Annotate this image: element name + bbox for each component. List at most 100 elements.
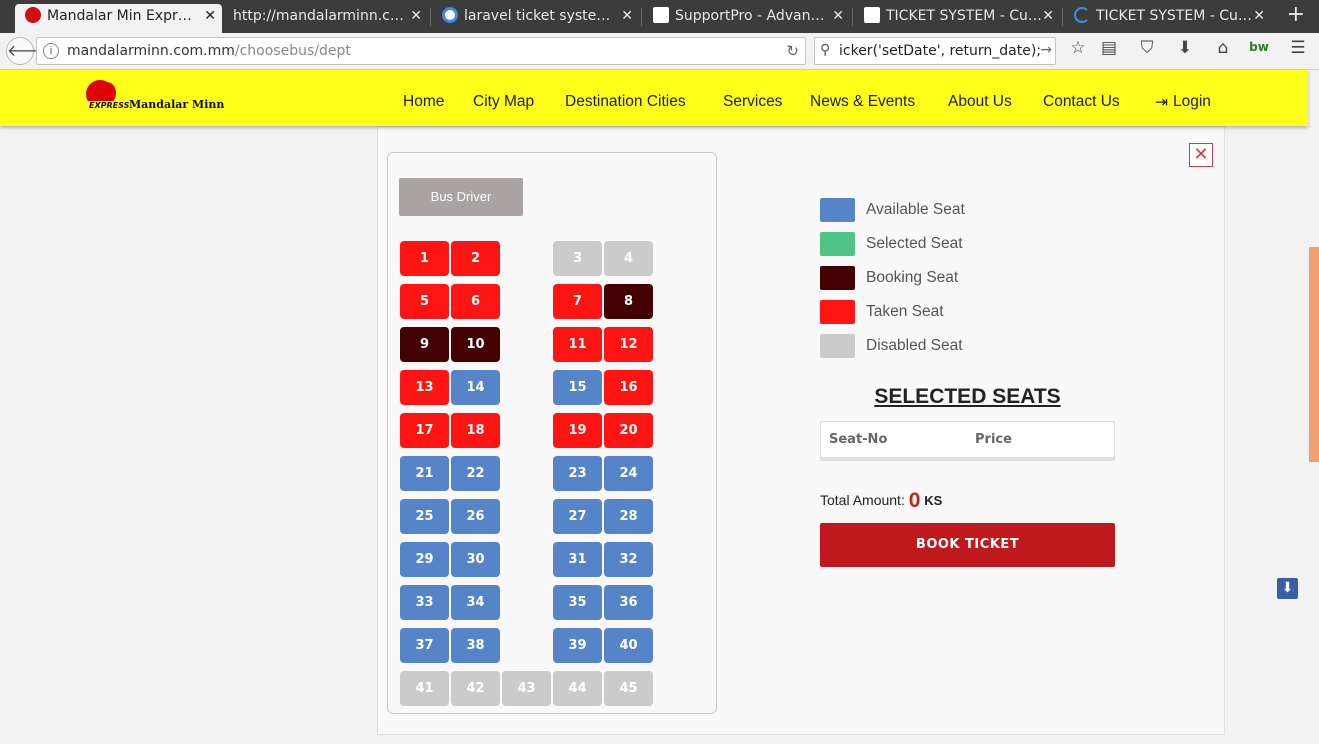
url-text: mandalarminn.com.mm/choosebus/dept — [67, 43, 351, 59]
browser-tab-supportpro[interactable]: SupportPro - Advan… ✕ — [643, 4, 850, 33]
seat-33-available[interactable]: 33 — [400, 585, 449, 620]
nav-destination-cities[interactable]: Destination Cities — [565, 93, 686, 111]
hamburger-menu-icon[interactable]: ☰ — [1287, 38, 1309, 58]
seat-27-available[interactable]: 27 — [553, 499, 602, 534]
search-input[interactable]: icker('setDate', return_date); — [839, 43, 1041, 59]
column-price: Price — [975, 432, 1012, 447]
seat-38-available[interactable]: 38 — [451, 628, 500, 663]
new-tab-button[interactable]: + — [1287, 2, 1305, 27]
seat-25-available[interactable]: 25 — [400, 499, 449, 534]
pocket-icon[interactable]: ⛉ — [1136, 38, 1158, 58]
seat-23-available[interactable]: 23 — [553, 456, 602, 491]
home-icon[interactable]: ⌂ — [1212, 38, 1234, 58]
seat-8-booking: 8 — [604, 284, 653, 319]
seat-15-available[interactable]: 15 — [553, 370, 602, 405]
seat-43-disabled: 43 — [502, 671, 551, 706]
nav-services[interactable]: Services — [723, 93, 782, 111]
nav-login[interactable]: Login — [1173, 93, 1211, 111]
back-button[interactable]: 🡐 — [6, 37, 50, 65]
browser-tab-ticket-system-1[interactable]: TICKET SYSTEM - Cu… ✕ — [854, 4, 1060, 33]
site-favicon-icon — [25, 7, 41, 23]
total-amount: Total Amount: 0 KS — [820, 489, 942, 513]
browser-tab-google-search[interactable]: laravel ticket syste… ✕ — [432, 4, 639, 33]
seat-41-disabled: 41 — [400, 671, 449, 706]
browser-tab-mandalarminn-url[interactable]: http://mandalarminn.c… ✕ — [223, 4, 428, 33]
site-logo[interactable]: EXPRESS Mandalar Minn — [86, 80, 226, 114]
seat-17-taken: 17 — [400, 413, 449, 448]
seat-28-available[interactable]: 28 — [604, 499, 653, 534]
page-scrollbar-thumb[interactable] — [1309, 247, 1319, 462]
seat-45-disabled: 45 — [604, 671, 653, 706]
seat-7-taken: 7 — [553, 284, 602, 319]
login-icon: ⇥ — [1155, 94, 1168, 111]
nav-home[interactable]: Home — [403, 93, 444, 111]
legend-swatch — [820, 232, 855, 256]
google-icon — [442, 7, 458, 23]
seat-26-available[interactable]: 26 — [451, 499, 500, 534]
seat-14-available[interactable]: 14 — [451, 370, 500, 405]
column-seat-no: Seat-No — [829, 432, 888, 447]
close-tab-icon[interactable]: ✕ — [1042, 4, 1054, 29]
close-tab-icon[interactable]: ✕ — [204, 4, 216, 29]
close-tab-icon[interactable]: ✕ — [410, 4, 422, 29]
seat-44-disabled: 44 — [553, 671, 602, 706]
nav-contact-us[interactable]: Contact Us — [1043, 93, 1120, 111]
legend-label: Booking Seat — [866, 269, 959, 286]
search-icon: ⚲ — [820, 42, 831, 58]
seat-21-available[interactable]: 21 — [400, 456, 449, 491]
seat-10-booking: 10 — [451, 327, 500, 362]
seat-35-available[interactable]: 35 — [553, 585, 602, 620]
browser-tab-ticket-system-2[interactable]: TICKET SYSTEM - Cu… ✕ — [1064, 4, 1271, 33]
ticket-favicon-icon — [864, 7, 880, 23]
selected-seats-table: Seat-No Price — [820, 421, 1115, 461]
seat-22-available[interactable]: 22 — [451, 456, 500, 491]
seat-30-available[interactable]: 30 — [451, 542, 500, 577]
search-go-icon[interactable]: → — [1040, 42, 1052, 58]
seat-36-available[interactable]: 36 — [604, 585, 653, 620]
legend-swatch — [820, 334, 855, 358]
legend-label: Selected Seat — [866, 235, 963, 252]
loading-spinner-icon — [1074, 7, 1090, 23]
bus-driver-seat: Bus Driver — [399, 178, 523, 216]
nav-about-us[interactable]: About Us — [948, 93, 1012, 111]
search-bar[interactable]: ⚲ icker('setDate', return_date); → — [814, 37, 1056, 65]
legend-swatch — [820, 266, 855, 290]
downloads-icon[interactable]: ⬇ — [1174, 38, 1196, 58]
logo-express-text: EXPRESS — [88, 101, 131, 110]
tab-divider — [852, 8, 853, 26]
close-tab-icon[interactable]: ✕ — [621, 4, 633, 29]
selected-seats-title: SELECTED SEATS — [874, 385, 1061, 408]
seat-11-taken: 11 — [553, 327, 602, 362]
nav-news-events[interactable]: News & Events — [810, 93, 915, 111]
bookmark-star-icon[interactable]: ☆ — [1067, 38, 1089, 58]
tab-divider — [641, 8, 642, 26]
book-ticket-button[interactable]: BOOK TICKET — [820, 523, 1115, 567]
seat-31-available[interactable]: 31 — [553, 542, 602, 577]
seat-40-available[interactable]: 40 — [604, 628, 653, 663]
nav-city-map[interactable]: City Map — [473, 93, 534, 111]
close-tab-icon[interactable]: ✕ — [1253, 4, 1265, 29]
seat-32-available[interactable]: 32 — [604, 542, 653, 577]
seat-24-available[interactable]: 24 — [604, 456, 653, 491]
logo-name-text: Mandalar Minn — [129, 98, 225, 111]
browser-tab-mandalar[interactable]: Mandalar Min Expr… ✕ — [15, 4, 222, 33]
reader-view-icon[interactable]: ▤ — [1098, 38, 1120, 58]
info-icon[interactable]: i — [43, 43, 59, 59]
legend-swatch — [820, 300, 855, 324]
supportpro-favicon-icon — [653, 7, 669, 23]
seat-18-taken: 18 — [451, 413, 500, 448]
seat-37-available[interactable]: 37 — [400, 628, 449, 663]
seat-34-available[interactable]: 34 — [451, 585, 500, 620]
extension-bw-icon[interactable]: bw — [1248, 40, 1270, 54]
total-amount-value: 0 — [908, 489, 921, 512]
reload-icon[interactable]: ↻ — [786, 42, 799, 60]
legend-label: Available Seat — [866, 201, 965, 218]
seat-39-available[interactable]: 39 — [553, 628, 602, 663]
scroll-down-icon[interactable]: ⬇ — [1277, 578, 1298, 599]
close-modal-button[interactable]: ✕ — [1189, 143, 1213, 167]
seat-29-available[interactable]: 29 — [400, 542, 449, 577]
url-bar[interactable]: i mandalarminn.com.mm/choosebus/dept ↻ — [36, 37, 806, 65]
seat-9-booking: 9 — [400, 327, 449, 362]
close-tab-icon[interactable]: ✕ — [832, 4, 844, 29]
seat-19-taken: 19 — [553, 413, 602, 448]
